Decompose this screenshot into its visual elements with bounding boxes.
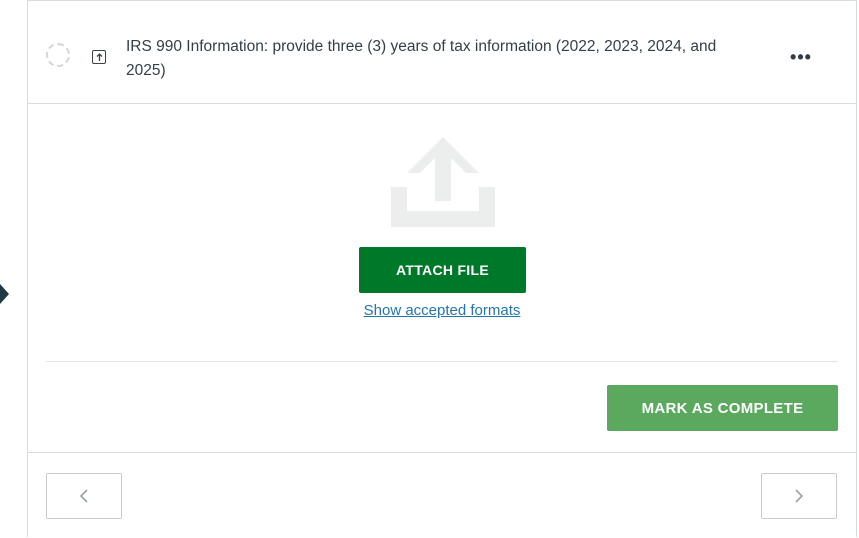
previous-button[interactable]	[46, 473, 122, 519]
section-divider	[46, 361, 838, 362]
pagination-footer	[28, 452, 856, 538]
chevron-left-icon	[79, 489, 88, 503]
next-button[interactable]	[761, 473, 837, 519]
task-title: IRS 990 Information: provide three (3) y…	[126, 38, 717, 79]
pending-status-icon[interactable]	[46, 43, 70, 67]
attach-file-button[interactable]: ATTACH FILE	[359, 247, 526, 293]
chevron-right-icon	[795, 489, 804, 503]
current-item-pointer-icon	[0, 284, 9, 304]
mark-as-complete-button[interactable]: MARK AS COMPLETE	[607, 385, 838, 431]
upload-drop-zone[interactable]: ATTACH FILE Show accepted formats	[28, 104, 856, 362]
file-upload-type-icon	[92, 50, 106, 64]
show-accepted-formats-link[interactable]: Show accepted formats	[28, 302, 856, 319]
more-options-button[interactable]: •••	[786, 45, 816, 69]
task-card: IRS 990 Information: provide three (3) y…	[27, 0, 857, 537]
upload-tray-icon	[391, 137, 495, 227]
task-header: IRS 990 Information: provide three (3) y…	[28, 1, 856, 104]
